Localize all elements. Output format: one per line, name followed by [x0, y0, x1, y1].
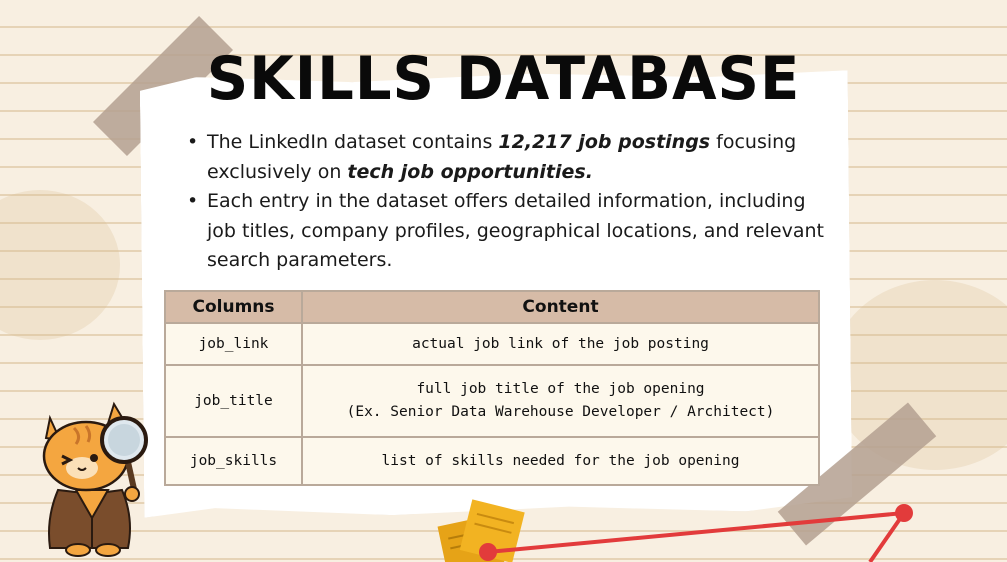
- red-line-chart-icon: [479, 504, 913, 562]
- detective-cat-with-magnifier-icon: [42, 401, 148, 557]
